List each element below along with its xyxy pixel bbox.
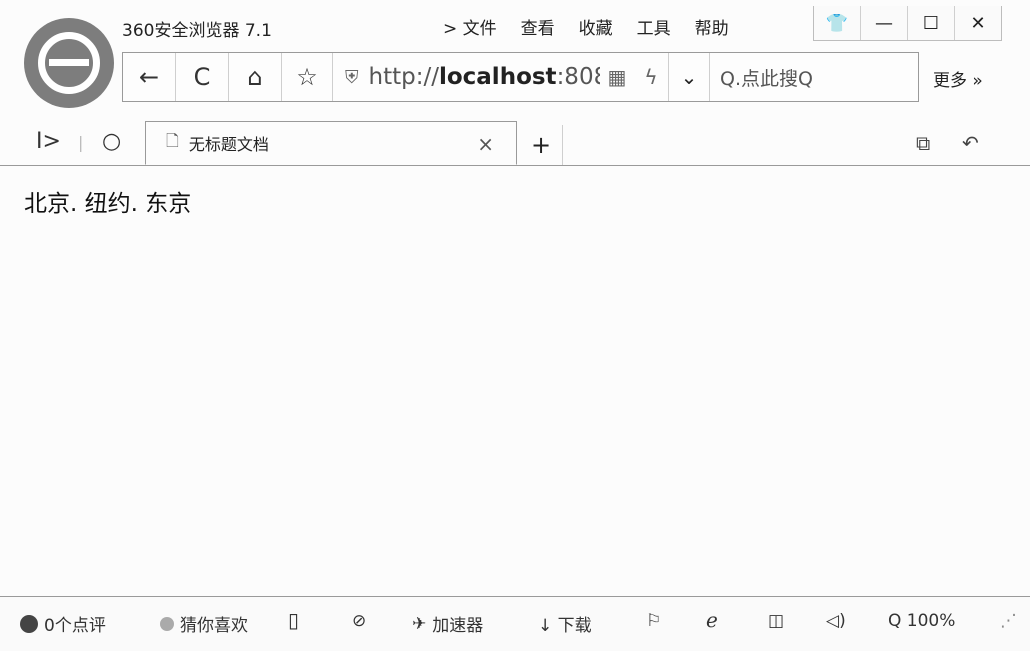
navigation-bar: ← C ⌂ ☆ ⛨ http://localhost:808 ▦ ϟ ⌄ Q.点… xyxy=(122,52,919,102)
close-button[interactable]: ✕ xyxy=(954,6,1001,40)
guess-label: 猜你喜欢 xyxy=(180,616,248,636)
apple-icon xyxy=(20,614,38,633)
refresh-button[interactable]: C xyxy=(176,53,229,101)
window-icon[interactable]: ◫ xyxy=(768,611,784,631)
skin-button[interactable]: 👕 xyxy=(814,6,860,40)
menu-view[interactable]: 查看 xyxy=(521,14,555,39)
zoom-level[interactable]: Q 100% xyxy=(888,611,955,631)
menu-favorites[interactable]: 收藏 xyxy=(579,14,613,39)
address-tools: ▦ ϟ ⌄ xyxy=(600,53,710,101)
ie-icon[interactable]: ℯ xyxy=(706,608,718,632)
favorite-star-button[interactable]: ☆ xyxy=(282,53,333,101)
back-button[interactable]: ← xyxy=(123,53,176,101)
flag-icon[interactable]: ⚐ xyxy=(646,611,661,631)
tab-label: 无标题文档 xyxy=(188,135,269,154)
url-host: localhost xyxy=(438,64,557,90)
search-box[interactable]: Q.点此搜Q xyxy=(710,64,813,91)
tab-active[interactable]: 🗋 无标题文档 × xyxy=(145,121,517,165)
tab-list-icon[interactable]: ⧉ xyxy=(916,131,930,155)
shield-icon: ⛨ xyxy=(345,66,359,88)
phone-icon[interactable]: ▯ xyxy=(288,608,299,632)
maximize-button[interactable]: ☐ xyxy=(907,6,954,40)
status-bar: 0个点评 猜你喜欢 ▯ ⊘ ✈ 加速器 ↓ 下载 ⚐ ℯ ◫ ◁) Q 100%… xyxy=(0,596,1030,651)
qr-code-icon[interactable]: ▦ xyxy=(600,65,634,89)
reviews-item[interactable]: 0个点评 xyxy=(20,611,106,636)
menu-tools[interactable]: 工具 xyxy=(637,14,671,39)
window-controls: 👕 — ☐ ✕ xyxy=(813,6,1002,41)
sidebar-toggle-icon[interactable]: I> xyxy=(36,129,61,154)
menu-bar: > 文件 查看 收藏 工具 帮助 xyxy=(443,14,753,39)
chevron-down-icon[interactable]: ⌄ xyxy=(668,53,710,101)
minimize-button[interactable]: — xyxy=(860,6,907,40)
page-content: 北京. 纽约. 东京 xyxy=(24,191,192,217)
tab-close-icon[interactable]: × xyxy=(477,132,494,156)
sound-icon[interactable]: ◁) xyxy=(826,611,846,631)
url-prefix: http:// xyxy=(368,64,439,90)
app-title: 360安全浏览器 7.1 xyxy=(122,21,272,41)
reviews-label: 0个点评 xyxy=(44,616,106,636)
new-tab-button[interactable]: + xyxy=(520,125,563,165)
download-button[interactable]: ↓ 下载 xyxy=(538,611,592,636)
resize-grip-icon[interactable]: ⋰ xyxy=(1000,611,1017,631)
cloud-icon[interactable]: ○ xyxy=(102,129,121,154)
menu-file[interactable]: > 文件 xyxy=(443,14,497,39)
tab-bar: I> | ○ 🗋 无标题文档 × + ⧉ ↶ xyxy=(0,121,1030,166)
rocket-icon: ✈ xyxy=(412,613,427,634)
undo-close-icon[interactable]: ↶ xyxy=(962,131,979,155)
menu-help[interactable]: 帮助 xyxy=(695,14,729,39)
speedometer-icon[interactable]: ⊘ xyxy=(352,611,366,631)
accelerator-label: 加速器 xyxy=(432,616,484,636)
home-button[interactable]: ⌂ xyxy=(229,53,282,101)
document-icon: 🗋 xyxy=(166,130,179,150)
bolt-icon[interactable]: ϟ xyxy=(634,65,668,89)
guess-you-like-item[interactable]: 猜你喜欢 xyxy=(160,611,248,636)
more-button[interactable]: 更多 » xyxy=(933,66,983,91)
url-suffix: :808 xyxy=(556,64,600,90)
address-bar[interactable]: ⛨ http://localhost:808 xyxy=(333,64,600,90)
tab-divider: | xyxy=(78,133,84,152)
logo-e-icon xyxy=(38,32,100,94)
circle-icon xyxy=(160,616,174,631)
browser-logo[interactable] xyxy=(24,18,114,108)
accelerator-item[interactable]: ✈ 加速器 xyxy=(412,611,484,637)
